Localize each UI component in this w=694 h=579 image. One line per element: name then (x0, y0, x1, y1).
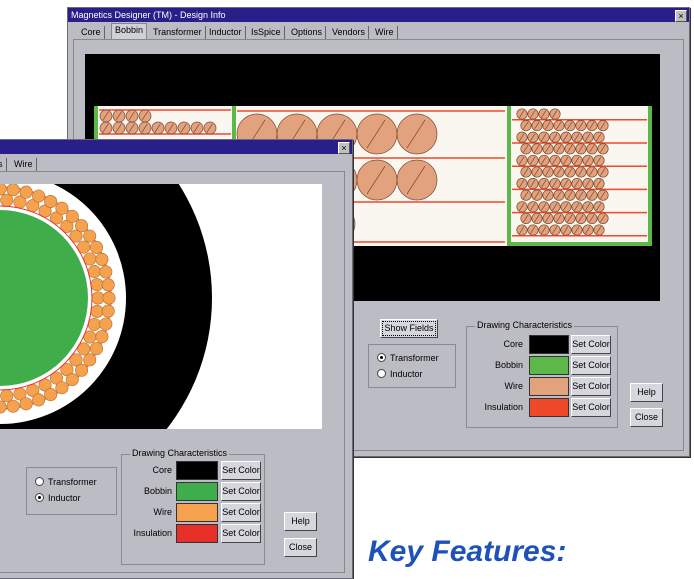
wire-strand (55, 201, 69, 215)
tab-vendors[interactable]: s (0, 158, 7, 171)
bobbin-color-swatch (176, 482, 218, 501)
wire-strand (90, 304, 104, 318)
wire-set-color-button[interactable]: Set Color (221, 503, 261, 522)
insulation-set-color-button[interactable]: Set Color (221, 524, 261, 543)
wire-strand (99, 265, 113, 279)
bobbin-label: Bobbin (143, 486, 172, 496)
radio-dot-icon (377, 353, 386, 362)
wire-strand (101, 304, 115, 318)
design-info-window-front: × s Wire Transformer Inductor Drawing Ch… (0, 139, 353, 579)
wire-strand (65, 209, 79, 223)
wire-strand (83, 229, 97, 243)
radio-transformer[interactable]: Transformer (377, 353, 439, 363)
window-title: Magnetics Designer (TM) - Design Info (71, 10, 226, 20)
bobbin-color-swatch (529, 356, 569, 375)
tab-options[interactable]: Options (288, 26, 327, 39)
radio-dot-icon (377, 369, 386, 378)
bobbin-set-color-button[interactable]: Set Color (221, 482, 261, 501)
wire-strand (396, 113, 438, 155)
drawing-characteristics-title: Drawing Characteristics (130, 448, 230, 458)
insulation-color-swatch (176, 524, 218, 543)
wire-strand (90, 342, 104, 356)
wire-strand (32, 189, 46, 203)
insulation-color-swatch (529, 398, 569, 417)
wire-strand (99, 317, 113, 331)
wire-strand (87, 265, 101, 279)
help-button[interactable]: Help (630, 383, 663, 402)
wire-strand (91, 291, 105, 305)
wire-color-swatch (176, 503, 218, 522)
tab-core[interactable]: Core (78, 26, 105, 39)
tab-transformer[interactable]: Transformer (150, 26, 206, 39)
drawing-characteristics-group: Drawing Characteristics Core Set Color Bob… (466, 320, 618, 428)
close-button[interactable]: Close (284, 538, 317, 557)
wire-strand (396, 159, 438, 201)
wire-strand (55, 381, 69, 395)
wire-strand (19, 397, 33, 411)
radio-transformer[interactable]: Transformer (35, 477, 97, 487)
wire-set-color-button[interactable]: Set Color (571, 377, 611, 396)
wire-strand (356, 113, 398, 155)
wire-strand (75, 219, 89, 233)
tab-panel: Transformer Inductor Drawing Characteris… (0, 171, 345, 573)
wire-strand (90, 278, 104, 292)
insulation-set-color-button[interactable]: Set Color (571, 398, 611, 417)
toroid-cross-section (0, 184, 322, 429)
bobbin-label: Bobbin (494, 360, 523, 370)
core-set-color-button[interactable]: Set Color (221, 461, 261, 480)
tab-strip: Core Bobbin Transformer Inductor IsSpice… (68, 23, 689, 40)
radio-inductor[interactable]: Inductor (377, 369, 423, 379)
wire-color-swatch (529, 377, 569, 396)
close-button[interactable]: Close (630, 408, 663, 427)
drawing-characteristics-title: Drawing Characteristics (475, 320, 575, 330)
insulation-label: Insulation (484, 402, 523, 412)
close-icon[interactable]: × (338, 142, 350, 154)
wire-strand (101, 278, 115, 292)
close-icon[interactable]: × (675, 10, 687, 22)
wire-strand (6, 184, 20, 197)
wire-strand (44, 388, 58, 402)
wire-strand (32, 393, 46, 407)
core-set-color-button[interactable]: Set Color (571, 335, 611, 354)
tab-wire[interactable]: Wire (372, 26, 398, 39)
tab-inductor[interactable]: Inductor (206, 26, 246, 39)
wire-strand (356, 159, 398, 201)
core-label: Core (503, 339, 523, 349)
tab-strip: s Wire (0, 155, 352, 171)
wire-strand (83, 353, 97, 367)
wire-strand (90, 240, 104, 254)
radio-dot-icon (35, 477, 44, 486)
wire-label: Wire (504, 381, 524, 391)
wire-strand (6, 399, 20, 413)
bobbin-set-color-button[interactable]: Set Color (571, 356, 611, 375)
key-features-heading: Key Features: (368, 535, 567, 568)
tab-vendors[interactable]: Vendors (329, 26, 370, 39)
title-bar: × (0, 140, 352, 154)
wire-strand (95, 252, 109, 266)
tab-isspice[interactable]: IsSpice (248, 26, 285, 39)
wire-strand (102, 291, 116, 305)
wire-strand (75, 363, 89, 377)
title-bar: Magnetics Designer (TM) - Design Info × (68, 8, 689, 22)
tab-wire[interactable]: Wire (11, 158, 37, 171)
core-color-swatch (176, 461, 218, 480)
core-color-swatch (529, 335, 569, 354)
help-button[interactable]: Help (284, 512, 317, 531)
winding-type-group: Transformer Inductor (368, 344, 456, 388)
wire-strand (95, 330, 109, 344)
show-fields-button[interactable]: Show Fields (380, 319, 438, 338)
core-label: Core (152, 465, 172, 475)
wire-strand (19, 185, 33, 199)
wire-strand (44, 194, 58, 208)
radio-inductor[interactable]: Inductor (35, 493, 81, 503)
radio-dot-icon (35, 493, 44, 502)
drawing-characteristics-group: Drawing Characteristics Core Set Color Bob… (121, 448, 265, 565)
wire-label: Wire (153, 507, 173, 517)
tab-bobbin[interactable]: Bobbin (111, 23, 148, 40)
wire-strand (87, 317, 101, 331)
wire-strand (65, 373, 79, 387)
winding-type-group: Transformer Inductor (26, 467, 117, 515)
insulation-label: Insulation (133, 528, 172, 538)
